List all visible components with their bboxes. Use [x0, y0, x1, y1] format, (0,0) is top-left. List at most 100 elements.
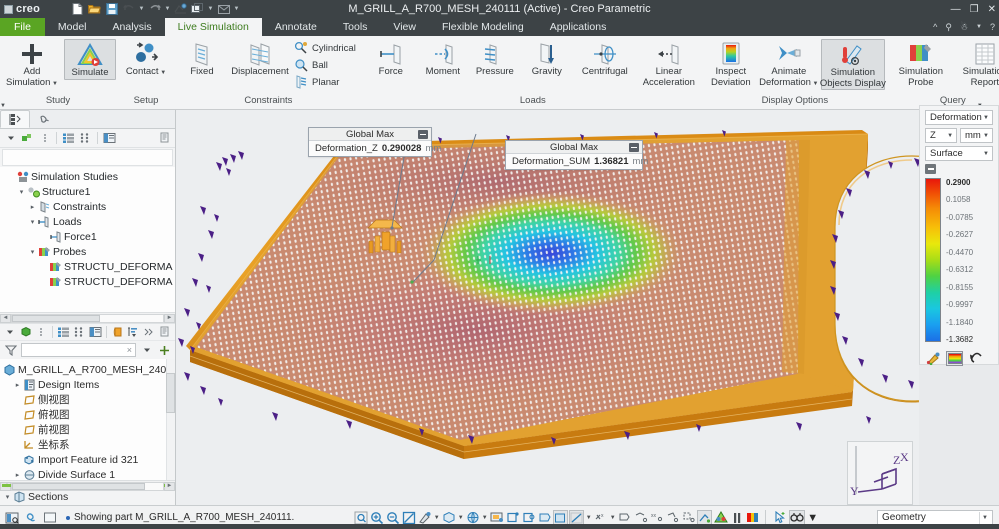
undo-caret-icon[interactable]: ▼ — [138, 2, 145, 17]
show-grid-icon[interactable] — [73, 325, 87, 340]
scroll-left-icon[interactable]: ◄ — [0, 313, 11, 323]
legend-unit-select[interactable]: mm ▼ — [960, 128, 993, 143]
chevron-down-icon[interactable]: ▼ — [947, 133, 953, 139]
tree-node[interactable]: 侧视图 — [0, 392, 175, 407]
tree-node[interactable]: 坐标系 — [0, 437, 175, 452]
filter-green-icon[interactable] — [20, 131, 35, 146]
ribbon-tab-applications[interactable]: Applications — [537, 18, 620, 36]
chevron-down-icon[interactable]: ▼ — [807, 512, 818, 524]
filter-funnel-icon[interactable] — [3, 343, 18, 358]
ribbon-tab-file[interactable]: File — [0, 18, 45, 36]
account-icon[interactable]: ☃ — [960, 22, 968, 33]
simulation-tree-tab[interactable] — [0, 110, 30, 128]
chevron-down-icon[interactable]: ▼ — [585, 515, 592, 521]
ribbon-tab-view[interactable]: View — [380, 18, 429, 36]
filter-dropdown-icon[interactable] — [139, 343, 154, 358]
chevron-down-icon[interactable] — [3, 131, 18, 146]
chevron-down-icon[interactable]: ▼ — [0, 103, 6, 109]
show-grid-icon[interactable] — [78, 131, 93, 146]
settings2-icon[interactable] — [157, 131, 172, 146]
expand-collapse-icon[interactable]: ▸ — [28, 201, 37, 213]
expand-collapse-icon[interactable]: ▸ — [13, 469, 22, 481]
minimize-button[interactable]: — — [951, 4, 961, 15]
simulation-report-button[interactable]: SimulationReport — [953, 39, 999, 88]
expand-collapse-icon[interactable]: ▾ — [28, 216, 37, 228]
centrifugal-button[interactable]: Centrifugal — [573, 39, 637, 78]
tree-node[interactable]: STRUCTU_DEFORMA — [0, 259, 175, 274]
collapse-ribbon-icon[interactable]: ^ — [933, 22, 937, 32]
columns-icon[interactable] — [89, 325, 103, 340]
ribbon-tab-tools[interactable]: Tools — [330, 18, 381, 36]
new-icon[interactable] — [70, 2, 85, 17]
close-button[interactable]: ✕ — [988, 4, 996, 15]
legend-spectrum-icon[interactable] — [946, 351, 963, 366]
expand-collapse-icon[interactable]: ▾ — [17, 186, 26, 198]
chevron-down-icon[interactable]: ▼ — [983, 133, 989, 139]
redo-icon[interactable] — [147, 2, 162, 17]
redo-caret-icon[interactable]: ▼ — [164, 2, 171, 17]
settings2-icon[interactable] — [158, 325, 172, 340]
scroll-track[interactable] — [11, 313, 164, 323]
window-caret-icon[interactable]: ▼ — [207, 2, 214, 17]
scroll-right-icon[interactable]: ► — [164, 313, 175, 323]
ribbon-tab-model[interactable]: Model — [45, 18, 100, 36]
show-list-icon[interactable] — [61, 131, 76, 146]
gravity-button[interactable]: Gravity — [521, 39, 573, 78]
tree-node[interactable]: ▾ Probes — [0, 244, 175, 259]
inspect-deviation-button[interactable]: Inspect Deviation — [705, 39, 757, 88]
tree-node[interactable]: ▸ Divide Surface 1 — [0, 467, 175, 482]
more-icon[interactable] — [37, 131, 52, 146]
tree-node[interactable]: Simulation Studies — [0, 169, 175, 184]
legend-collapse-button[interactable] — [925, 164, 936, 174]
search-icon[interactable]: ⚲ — [945, 22, 952, 33]
chevron-down-icon[interactable]: ▼ — [50, 81, 58, 87]
graphics-area[interactable]: Global Max Deformation_Z 0.290028 mm Glo… — [176, 110, 919, 505]
scroll-thumb[interactable] — [12, 314, 100, 322]
regenerate-icon[interactable] — [173, 2, 188, 17]
coordinate-triad[interactable]: Y Z X — [847, 441, 913, 505]
moment-button[interactable]: Moment — [417, 39, 469, 78]
displacement-button[interactable]: Displacement — [228, 39, 292, 78]
force-button[interactable]: Force — [365, 39, 417, 78]
sort-filter-icon[interactable] — [127, 325, 141, 340]
filter-clear-icon[interactable]: × — [127, 345, 132, 355]
model-tree-vscroll-thumb[interactable] — [166, 373, 175, 413]
callout-minimize-icon[interactable] — [418, 130, 428, 139]
legend-reset-icon[interactable] — [967, 351, 984, 366]
open-icon[interactable] — [87, 2, 102, 17]
global-max-deformation-z[interactable]: Global Max Deformation_Z 0.290028 mm — [308, 127, 441, 157]
tree-node[interactable]: Force1 — [0, 229, 175, 244]
chevron-down-icon[interactable]: ▼ — [983, 115, 989, 121]
tree-node[interactable]: STRUCTU_DEFORMA — [0, 274, 175, 289]
ribbon-tab-flexible-modeling[interactable]: Flexible Modeling — [429, 18, 537, 36]
tree-node[interactable]: Import Feature id 321 — [0, 452, 175, 467]
tree-node[interactable]: ▾ Structure1 — [0, 184, 175, 199]
pressure-button[interactable]: Pressure — [469, 39, 521, 78]
expand-collapse-icon[interactable]: ▾ — [28, 246, 37, 258]
callout-minimize-icon[interactable] — [629, 143, 639, 152]
qat-more-caret-icon[interactable]: ▼ — [233, 2, 240, 17]
show-list-icon[interactable] — [57, 325, 71, 340]
ribbon-group-title[interactable]: Study — [0, 94, 116, 109]
display-style-icon[interactable] — [111, 325, 125, 340]
close-window-icon[interactable] — [216, 2, 231, 17]
chevrons-icon[interactable] — [143, 325, 157, 340]
chevron-down-icon[interactable]: ▼ — [609, 515, 616, 521]
simulate-button[interactable]: Simulate — [64, 39, 116, 80]
chevron-down-icon[interactable]: ▼ — [983, 151, 989, 157]
window-icon[interactable] — [190, 2, 205, 17]
legend-quantity-select[interactable]: Deformation ▼ — [925, 110, 993, 125]
tree-node[interactable]: M_GRILL_A_R700_MESH_240111.PRT — [0, 362, 175, 377]
simulation-objects-display-button[interactable]: Simulation Objects Display — [820, 39, 886, 90]
legend-display-select[interactable]: Surface ▼ — [925, 146, 993, 161]
layers-tab[interactable] — [30, 110, 60, 128]
tree-node[interactable]: 俯视图 — [0, 407, 175, 422]
expand-collapse-icon[interactable]: ▾ — [3, 491, 12, 503]
linear-acceleration-button[interactable]: Linear Acceleration — [637, 39, 701, 88]
scroll-track[interactable] — [11, 481, 164, 491]
undo-icon[interactable] — [121, 2, 136, 17]
simulation-probe-button[interactable]: Simulation Probe — [889, 39, 953, 88]
animate-deformation-button[interactable]: Animate Deformation ▼ — [757, 39, 821, 89]
ribbon-tab-analysis[interactable]: Analysis — [100, 18, 165, 36]
fixed-button[interactable]: Fixed — [176, 39, 228, 78]
